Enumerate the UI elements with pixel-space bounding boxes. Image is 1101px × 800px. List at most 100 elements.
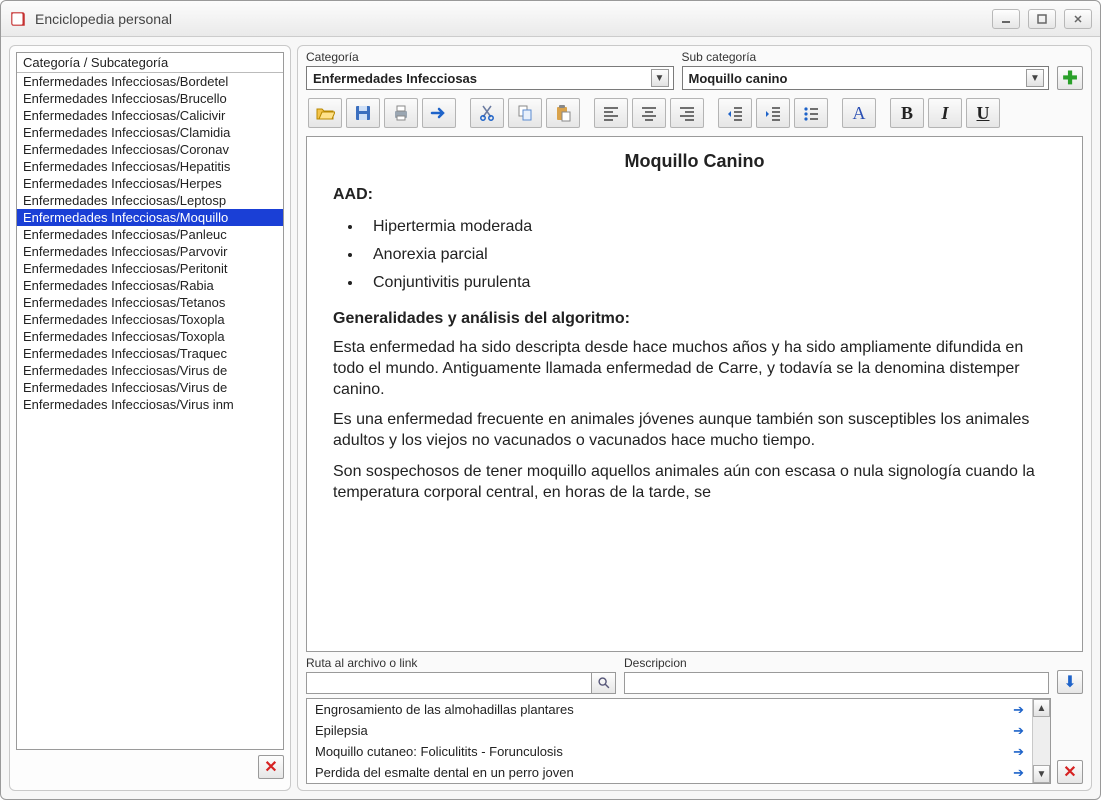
category-tree[interactable]: Categoría / Subcategoría Enfermedades In…	[16, 52, 284, 750]
app-icon	[9, 10, 27, 28]
related-item[interactable]: Moquillo cutaneo: Foliculitits - Foruncu…	[307, 741, 1032, 762]
tree-item[interactable]: Enfermedades Infecciosas/Leptosp	[17, 192, 283, 209]
font-button[interactable]: A	[842, 98, 876, 128]
outdent-button[interactable]	[718, 98, 752, 128]
aad-label: AAD:	[333, 186, 1056, 204]
editor-toolbar: A B I U	[306, 94, 1083, 132]
related-list[interactable]: Engrosamiento de las almohadillas planta…	[306, 698, 1051, 784]
align-right-button[interactable]	[670, 98, 704, 128]
add-category-button[interactable]: ✚	[1057, 66, 1083, 90]
arrow-right-icon[interactable]: ➔	[1013, 765, 1024, 781]
tree-item[interactable]: Enfermedades Infecciosas/Brucello	[17, 90, 283, 107]
indent-button[interactable]	[756, 98, 790, 128]
copy-button[interactable]	[508, 98, 542, 128]
align-center-button[interactable]	[632, 98, 666, 128]
tree-item[interactable]: Enfermedades Infecciosas/Virus de	[17, 379, 283, 396]
tree-item[interactable]: Enfermedades Infecciosas/Traquec	[17, 345, 283, 362]
related-item[interactable]: Perdida del esmalte dental en un perro j…	[307, 762, 1032, 783]
delete-category-button[interactable]: ✕	[258, 755, 284, 779]
align-left-button[interactable]	[594, 98, 628, 128]
tree-item[interactable]: Enfermedades Infecciosas/Bordetel	[17, 73, 283, 90]
tree-item[interactable]: Enfermedades Infecciosas/Herpes	[17, 175, 283, 192]
bold-button[interactable]: B	[890, 98, 924, 128]
tree-item[interactable]: Enfermedades Infecciosas/Parvovir	[17, 243, 283, 260]
underline-icon: U	[977, 103, 990, 124]
category-label: Categoría	[306, 50, 674, 64]
chevron-down-icon: ▼	[651, 69, 669, 87]
bullet-item: Conjuntivitis purulenta	[363, 274, 1056, 292]
tree-item[interactable]: Enfermedades Infecciosas/Toxopla	[17, 311, 283, 328]
tree-item[interactable]: Enfermedades Infecciosas/Tetanos	[17, 294, 283, 311]
paragraph: Esta enfermedad ha sido descripta desde …	[333, 338, 1056, 400]
bullets-button[interactable]	[794, 98, 828, 128]
browse-button[interactable]	[592, 672, 616, 694]
tree-item[interactable]: Enfermedades Infecciosas/Peritonit	[17, 260, 283, 277]
app-window: Enciclopedia personal Categoría / Subcat…	[0, 0, 1101, 800]
close-icon: ✕	[1063, 762, 1076, 782]
article-editor[interactable]: Moquillo Canino AAD: Hipertermia moderad…	[306, 136, 1083, 652]
tree-item[interactable]: Enfermedades Infecciosas/Calicivir	[17, 107, 283, 124]
related-item-label: Engrosamiento de las almohadillas planta…	[315, 702, 574, 717]
category-select[interactable]: Enfermedades Infecciosas ▼	[306, 66, 674, 90]
tree-item[interactable]: Enfermedades Infecciosas/Rabia	[17, 277, 283, 294]
cut-button[interactable]	[470, 98, 504, 128]
article-title: Moquillo Canino	[333, 151, 1056, 172]
tree-item[interactable]: Enfermedades Infecciosas/Moquillo	[17, 209, 283, 226]
minimize-button[interactable]	[992, 9, 1020, 29]
tree-item[interactable]: Enfermedades Infecciosas/Virus inm	[17, 396, 283, 413]
subcategory-select[interactable]: Moquillo canino ▼	[682, 66, 1050, 90]
tree-item[interactable]: Enfermedades Infecciosas/Toxopla	[17, 328, 283, 345]
bottom-panel: Ruta al archivo o link Descripcion ⬇	[306, 656, 1083, 784]
scrollbar[interactable]: ▲ ▼	[1032, 699, 1050, 783]
plus-icon: ✚	[1062, 68, 1077, 89]
italic-button[interactable]: I	[928, 98, 962, 128]
bullet-item: Anorexia parcial	[363, 246, 1056, 264]
description-label: Descripcion	[624, 656, 1049, 670]
close-button[interactable]	[1064, 9, 1092, 29]
window-title: Enciclopedia personal	[35, 11, 992, 27]
export-button[interactable]	[422, 98, 456, 128]
arrow-right-icon[interactable]: ➔	[1013, 702, 1024, 718]
related-item-label: Epilepsia	[315, 723, 368, 738]
close-icon: ✕	[264, 757, 277, 777]
path-label: Ruta al archivo o link	[306, 656, 616, 670]
path-input[interactable]	[306, 672, 592, 694]
related-item[interactable]: Epilepsia ➔	[307, 720, 1032, 741]
section-title: Generalidades y análisis del algoritmo:	[333, 310, 1056, 328]
arrow-down-icon: ⬇	[1063, 672, 1076, 692]
open-button[interactable]	[308, 98, 342, 128]
titlebar: Enciclopedia personal	[1, 1, 1100, 37]
tree-header: Categoría / Subcategoría	[17, 53, 283, 73]
related-item[interactable]: Engrosamiento de las almohadillas planta…	[307, 699, 1032, 720]
main-panel: Categoría Enfermedades Infecciosas ▼ Sub…	[297, 45, 1092, 791]
arrow-right-icon[interactable]: ➔	[1013, 723, 1024, 739]
tree-item[interactable]: Enfermedades Infecciosas/Clamidia	[17, 124, 283, 141]
italic-icon: I	[941, 103, 948, 124]
subcategory-label: Sub categoría	[682, 50, 1050, 64]
related-item-label: Moquillo cutaneo: Foliculitits - Foruncu…	[315, 744, 563, 759]
arrow-right-icon[interactable]: ➔	[1013, 744, 1024, 760]
paragraph: Es una enfermedad frecuente en animales …	[333, 410, 1056, 452]
underline-button[interactable]: U	[966, 98, 1000, 128]
chevron-down-icon: ▼	[1026, 69, 1044, 87]
maximize-button[interactable]	[1028, 9, 1056, 29]
subcategory-value: Moquillo canino	[689, 71, 788, 86]
paragraph: Son sospechosos de tener moquillo aquell…	[333, 462, 1056, 504]
print-button[interactable]	[384, 98, 418, 128]
scroll-up-button[interactable]: ▲	[1033, 699, 1050, 717]
save-button[interactable]	[346, 98, 380, 128]
tree-item[interactable]: Enfermedades Infecciosas/Panleuc	[17, 226, 283, 243]
scroll-down-button[interactable]: ▼	[1033, 765, 1050, 783]
category-value: Enfermedades Infecciosas	[313, 71, 477, 86]
tree-item[interactable]: Enfermedades Infecciosas/Coronav	[17, 141, 283, 158]
add-link-button[interactable]: ⬇	[1057, 670, 1083, 694]
tree-item[interactable]: Enfermedades Infecciosas/Hepatitis	[17, 158, 283, 175]
sidebar-panel: Categoría / Subcategoría Enfermedades In…	[9, 45, 291, 791]
description-input[interactable]	[624, 672, 1049, 694]
delete-link-button[interactable]: ✕	[1057, 760, 1083, 784]
bullet-item: Hipertermia moderada	[363, 218, 1056, 236]
tree-item[interactable]: Enfermedades Infecciosas/Virus de	[17, 362, 283, 379]
bold-icon: B	[901, 103, 913, 124]
font-icon: A	[853, 103, 866, 124]
paste-button[interactable]	[546, 98, 580, 128]
